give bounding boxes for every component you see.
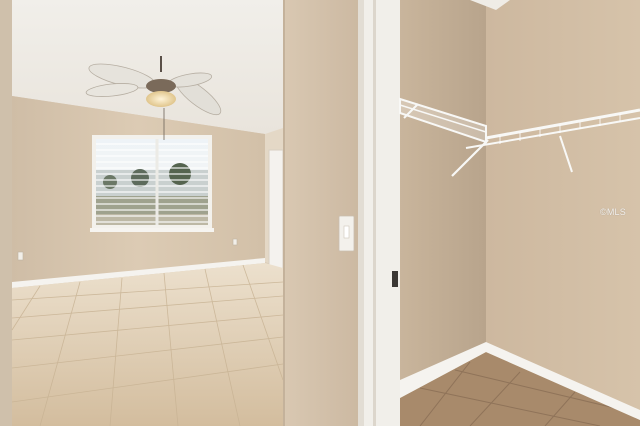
light-switch-toggle — [343, 225, 350, 239]
casing-groove — [373, 0, 376, 426]
left-wall-edge — [0, 0, 12, 426]
closet-left-wall — [400, 0, 486, 388]
interior-photo: ©MLS — [0, 0, 640, 426]
photo-watermark: ©MLS — [600, 207, 626, 217]
room-scene — [0, 0, 640, 426]
wall-corner-edge — [283, 0, 285, 426]
window-sill — [90, 228, 214, 232]
casing-shadow — [358, 0, 364, 426]
partition-wall — [283, 0, 358, 426]
door-casing — [358, 0, 400, 426]
door-strike-plate — [392, 271, 398, 287]
closet-back-wall — [486, 0, 640, 412]
interior-door — [268, 149, 284, 279]
tile-floor — [12, 263, 283, 426]
wall-outlet-2 — [232, 238, 238, 246]
wall-outlet — [17, 251, 24, 261]
